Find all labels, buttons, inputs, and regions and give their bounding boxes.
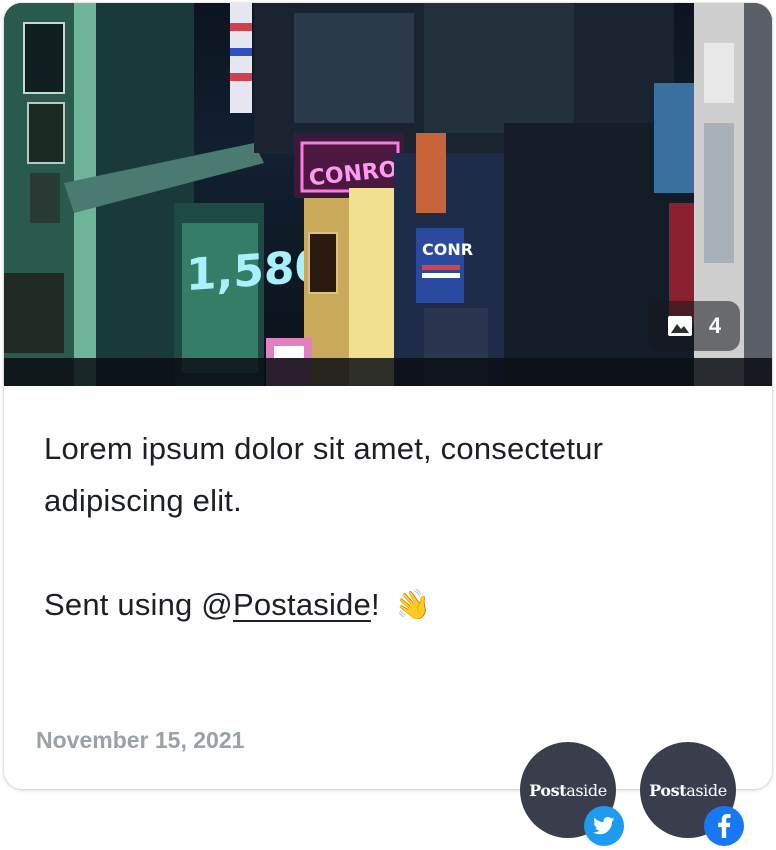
- signature-prefix: Sent using @: [44, 587, 233, 622]
- post-text-line: Lorem ipsum dolor sit amet, consectetur …: [44, 431, 604, 518]
- signature-suffix: !: [370, 587, 380, 622]
- image-icon: [667, 316, 692, 336]
- avatar-brand-bold: Post: [529, 780, 567, 800]
- post-body: Lorem ipsum dolor sit amet, consectetur …: [44, 423, 724, 632]
- postaside-mention-link[interactable]: Postaside: [233, 587, 371, 622]
- facebook-icon: [704, 806, 744, 846]
- post-date: November 15, 2021: [36, 727, 245, 753]
- photo-count-badge[interactable]: 4: [648, 301, 740, 351]
- avatar-brand-bold: Post: [649, 780, 687, 800]
- post-signature: Sent using @Postaside! 👋: [44, 579, 724, 632]
- avatar-brand-rest: aside: [686, 780, 727, 800]
- avatar-brand-rest: aside: [566, 780, 607, 800]
- waving-hand-emoji: 👋: [392, 587, 434, 625]
- shop-sign: CONR: [422, 240, 473, 259]
- photo-count-label: 4: [708, 313, 722, 338]
- post-card[interactable]: 1,580 CONROWN CONR 4 Lorem ipsum dolor s…: [4, 3, 772, 789]
- post-photo[interactable]: 1,580 CONROWN CONR 4: [4, 3, 772, 386]
- twitter-icon: [584, 806, 624, 846]
